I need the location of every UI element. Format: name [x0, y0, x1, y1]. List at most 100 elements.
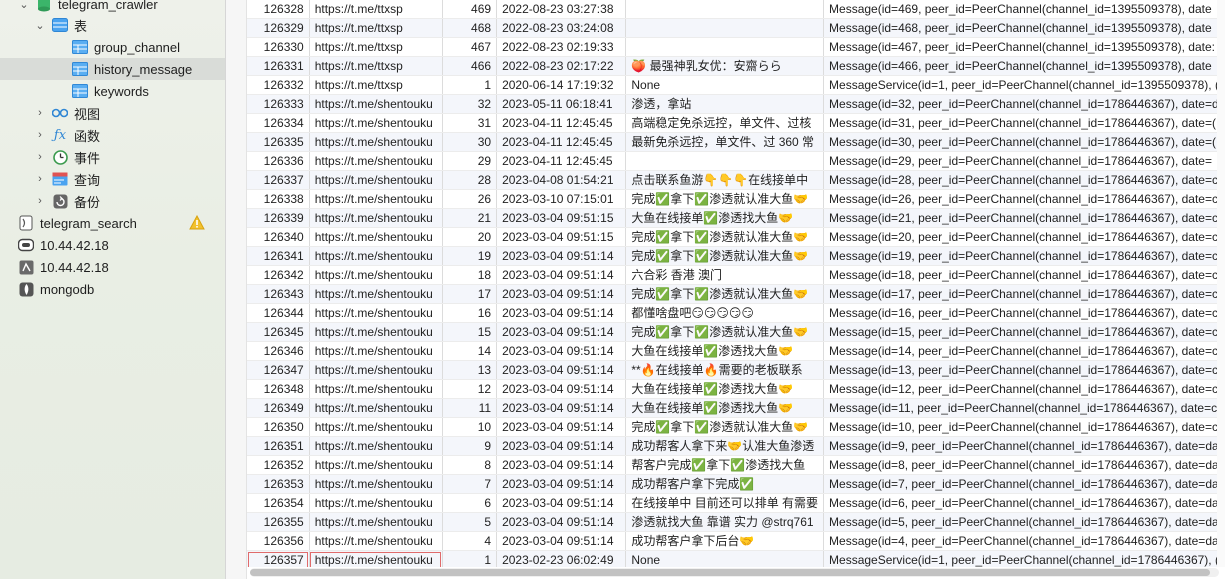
- table-row[interactable]: 126354 https://t.me/shentouku 6 2023-03-04 …: [247, 493, 1225, 513]
- cell-raw-message[interactable]: Message(id=14, peer_id=PeerChannel(chann…: [823, 341, 1225, 361]
- cell-id[interactable]: 126348: [247, 379, 310, 399]
- cell-raw-message[interactable]: Message(id=29, peer_id=PeerChannel(chann…: [823, 151, 1225, 171]
- horizontal-scrollbar-thumb[interactable]: [250, 569, 1210, 576]
- table-row[interactable]: 126357 https://t.me/shentouku 1 2023-02-23 …: [247, 550, 1225, 567]
- cell-text[interactable]: [625, 0, 825, 19]
- cell-message-id[interactable]: 469: [442, 0, 498, 19]
- cell-date[interactable]: 2023-03-04 09:51:15: [496, 208, 627, 228]
- cell-date[interactable]: 2023-04-11 12:45:45: [496, 113, 627, 133]
- cell-date[interactable]: 2023-03-04 09:51:14: [496, 303, 627, 323]
- cell-raw-message[interactable]: Message(id=467, peer_id=PeerChannel(chan…: [823, 37, 1225, 57]
- chevron-down-icon[interactable]: ⌄: [34, 19, 46, 32]
- cell-id[interactable]: 126350: [247, 417, 310, 437]
- chevron-right-icon[interactable]: ›: [34, 129, 46, 141]
- cell-text[interactable]: 完成✅拿下✅渗透就认准大鱼🤝: [625, 246, 825, 266]
- cell-message-id[interactable]: 16: [442, 303, 498, 323]
- cell-message-id[interactable]: 1: [442, 75, 498, 95]
- cell-text[interactable]: [625, 151, 825, 171]
- chevron-right-icon[interactable]: ›: [34, 173, 46, 185]
- cell-url[interactable]: https://t.me/ttxsp: [309, 0, 443, 19]
- cell-date[interactable]: 2023-03-04 09:51:14: [496, 455, 627, 475]
- cell-id[interactable]: 126332: [247, 75, 310, 95]
- table-row[interactable]: 126331 https://t.me/ttxsp 466 2022-08-23 02…: [247, 56, 1225, 76]
- cell-text[interactable]: 都懂啥盘吧😏😏😏😏😏: [625, 303, 825, 323]
- chevron-right-icon[interactable]: ›: [34, 107, 46, 119]
- cell-id[interactable]: 126352: [247, 455, 310, 475]
- cell-date[interactable]: 2022-08-23 03:24:08: [496, 18, 627, 38]
- cell-date[interactable]: 2023-02-23 06:02:49: [496, 550, 627, 567]
- cell-date[interactable]: 2023-03-04 09:51:14: [496, 512, 627, 532]
- cell-text[interactable]: [625, 18, 825, 38]
- cell-date[interactable]: 2023-03-04 09:51:14: [496, 398, 627, 418]
- cell-raw-message[interactable]: Message(id=5, peer_id=PeerChannel(channe…: [823, 512, 1225, 532]
- cell-message-id[interactable]: 5: [442, 512, 498, 532]
- cell-id[interactable]: 126340: [247, 227, 310, 247]
- cell-text[interactable]: 在线接单中 目前还可以排单 有需要: [625, 493, 825, 513]
- table-row[interactable]: 126332 https://t.me/ttxsp 1 2020-06-14 17:1…: [247, 75, 1225, 95]
- db-row-telegram-crawler[interactable]: ⌄ telegram_crawler: [0, 0, 225, 15]
- cell-url[interactable]: https://t.me/shentouku: [309, 208, 443, 228]
- cell-date[interactable]: 2023-04-11 12:45:45: [496, 132, 627, 152]
- cell-message-id[interactable]: 4: [442, 531, 498, 551]
- table-row[interactable]: 126350 https://t.me/shentouku 10 2023-03-04…: [247, 417, 1225, 437]
- cell-date[interactable]: 2023-03-04 09:51:14: [496, 360, 627, 380]
- cell-raw-message[interactable]: Message(id=20, peer_id=PeerChannel(chann…: [823, 227, 1225, 247]
- cell-message-id[interactable]: 14: [442, 341, 498, 361]
- table-row[interactable]: 126340 https://t.me/shentouku 20 2023-03-04…: [247, 227, 1225, 247]
- cell-text[interactable]: 高端稳定免杀远控，单文件、过核: [625, 113, 825, 133]
- connection-telegram-search[interactable]: telegram_search: [0, 212, 225, 234]
- cell-text[interactable]: **🔥在线接单🔥需要的老板联系: [625, 360, 825, 380]
- cell-raw-message[interactable]: Message(id=21, peer_id=PeerChannel(chann…: [823, 208, 1225, 228]
- cell-message-id[interactable]: 8: [442, 455, 498, 475]
- cell-text[interactable]: 完成✅拿下✅渗透就认准大鱼🤝: [625, 417, 825, 437]
- cell-url[interactable]: https://t.me/shentouku: [309, 284, 443, 304]
- table-row[interactable]: 126349 https://t.me/shentouku 11 2023-03-04…: [247, 398, 1225, 418]
- cell-raw-message[interactable]: Message(id=15, peer_id=PeerChannel(chann…: [823, 322, 1225, 342]
- cell-raw-message[interactable]: Message(id=16, peer_id=PeerChannel(chann…: [823, 303, 1225, 323]
- cell-message-id[interactable]: 7: [442, 474, 498, 494]
- chevron-down-icon[interactable]: ⌄: [18, 0, 30, 11]
- table-row[interactable]: 126348 https://t.me/shentouku 12 2023-03-04…: [247, 379, 1225, 399]
- cell-date[interactable]: 2023-03-04 09:51:14: [496, 493, 627, 513]
- table-row[interactable]: 126355 https://t.me/shentouku 5 2023-03-04 …: [247, 512, 1225, 532]
- cell-message-id[interactable]: 31: [442, 113, 498, 133]
- cell-url[interactable]: https://t.me/shentouku: [309, 113, 443, 133]
- cell-raw-message[interactable]: Message(id=31, peer_id=PeerChannel(chann…: [823, 113, 1225, 133]
- cell-date[interactable]: 2023-03-04 09:51:14: [496, 379, 627, 399]
- cell-id[interactable]: 126345: [247, 322, 310, 342]
- cell-date[interactable]: 2023-03-04 09:51:14: [496, 436, 627, 456]
- table-row[interactable]: 126342 https://t.me/shentouku 18 2023-03-04…: [247, 265, 1225, 285]
- cell-id[interactable]: 126333: [247, 94, 310, 114]
- cell-message-id[interactable]: 15: [442, 322, 498, 342]
- cell-message-id[interactable]: 32: [442, 94, 498, 114]
- cell-message-id[interactable]: 13: [442, 360, 498, 380]
- cell-message-id[interactable]: 9: [442, 436, 498, 456]
- connection-10-44-42-18-b[interactable]: 10.44.42.18: [0, 256, 225, 278]
- connection-10-44-42-18-a[interactable]: 10.44.42.18: [0, 234, 225, 256]
- table-row[interactable]: 126335 https://t.me/shentouku 30 2023-04-11…: [247, 132, 1225, 152]
- cell-text[interactable]: 完成✅拿下✅渗透就认准大鱼🤝: [625, 322, 825, 342]
- cell-text[interactable]: 成功帮客户拿下完成✅: [625, 474, 825, 494]
- table-row[interactable]: 126353 https://t.me/shentouku 7 2023-03-04 …: [247, 474, 1225, 494]
- cell-id[interactable]: 126334: [247, 113, 310, 133]
- cell-raw-message[interactable]: Message(id=28, peer_id=PeerChannel(chann…: [823, 170, 1225, 190]
- cell-id[interactable]: 126355: [247, 512, 310, 532]
- cell-url[interactable]: https://t.me/shentouku: [309, 132, 443, 152]
- horizontal-scrollbar[interactable]: [250, 568, 1219, 577]
- cell-date[interactable]: 2023-03-04 09:51:14: [496, 322, 627, 342]
- cell-message-id[interactable]: 11: [442, 398, 498, 418]
- table-row[interactable]: 126339 https://t.me/shentouku 21 2023-03-04…: [247, 208, 1225, 228]
- cell-message-id[interactable]: 467: [442, 37, 498, 57]
- cell-date[interactable]: 2023-03-04 09:51:14: [496, 417, 627, 437]
- cell-text[interactable]: 大鱼在线接单✅渗透找大鱼🤝: [625, 341, 825, 361]
- cell-date[interactable]: 2022-08-23 02:17:22: [496, 56, 627, 76]
- cell-url[interactable]: https://t.me/shentouku: [309, 303, 443, 323]
- cell-raw-message[interactable]: Message(id=469, peer_id=PeerChannel(chan…: [823, 0, 1225, 19]
- cell-raw-message[interactable]: Message(id=12, peer_id=PeerChannel(chann…: [823, 379, 1225, 399]
- sidebar-item-functions[interactable]: › ƒx 函数: [0, 124, 225, 146]
- cell-url[interactable]: https://t.me/shentouku: [309, 550, 443, 567]
- cell-raw-message[interactable]: Message(id=7, peer_id=PeerChannel(channe…: [823, 474, 1225, 494]
- cell-message-id[interactable]: 17: [442, 284, 498, 304]
- cell-text[interactable]: [625, 37, 825, 57]
- sidebar-item-history-message[interactable]: history_message: [0, 58, 225, 80]
